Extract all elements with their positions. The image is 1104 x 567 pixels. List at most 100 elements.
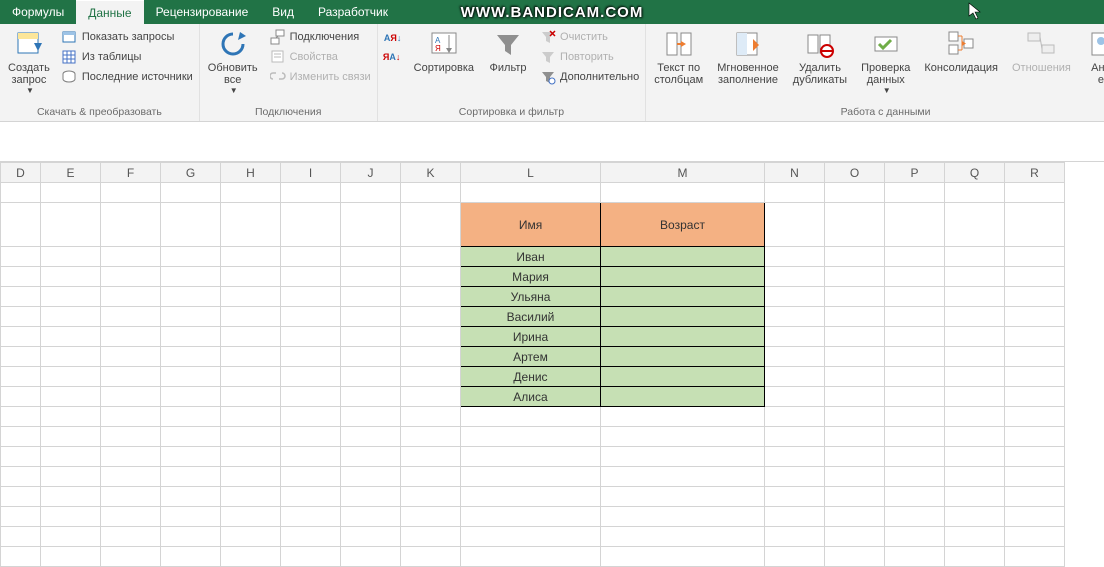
cell-E17[interactable] [41,527,101,547]
sort-button[interactable]: АЯ Сортировка [410,26,478,76]
cell-I16[interactable] [281,507,341,527]
tab-review[interactable]: Рецензирование [144,0,261,24]
cell-K12[interactable] [401,427,461,447]
cell-M10[interactable] [601,387,765,407]
cell-F11[interactable] [101,407,161,427]
remove-duplicates-button[interactable]: Удалить дубликаты [789,26,851,88]
cell-Q5[interactable] [945,287,1005,307]
cell-F12[interactable] [101,427,161,447]
cell-I1[interactable] [281,183,341,203]
consolidate-button[interactable]: Консолидация [920,26,1002,76]
column-header-I[interactable]: I [281,163,341,183]
cell-G3[interactable] [161,247,221,267]
cell-L11[interactable] [461,407,601,427]
cell-N17[interactable] [765,527,825,547]
cell-F15[interactable] [101,487,161,507]
cell-E4[interactable] [41,267,101,287]
cell-J7[interactable] [341,327,401,347]
cell-K15[interactable] [401,487,461,507]
cell-P16[interactable] [885,507,945,527]
cell-M2[interactable]: Возраст [601,203,765,247]
cell-D6[interactable] [1,307,41,327]
cell-K7[interactable] [401,327,461,347]
cell-E12[interactable] [41,427,101,447]
cell-N14[interactable] [765,467,825,487]
cell-E16[interactable] [41,507,101,527]
cell-R16[interactable] [1005,507,1065,527]
cell-O6[interactable] [825,307,885,327]
cell-Q15[interactable] [945,487,1005,507]
cell-P11[interactable] [885,407,945,427]
cell-D16[interactable] [1,507,41,527]
flash-fill-button[interactable]: Мгновенное заполнение [713,26,783,88]
cell-L3[interactable]: Иван [461,247,601,267]
cell-R8[interactable] [1005,347,1065,367]
cell-K5[interactable] [401,287,461,307]
cell-R1[interactable] [1005,183,1065,203]
cell-F3[interactable] [101,247,161,267]
cell-I2[interactable] [281,203,341,247]
connections-button[interactable]: Подключения [268,28,373,46]
cell-H3[interactable] [221,247,281,267]
cell-H8[interactable] [221,347,281,367]
cell-L12[interactable] [461,427,601,447]
cell-O16[interactable] [825,507,885,527]
cell-R11[interactable] [1005,407,1065,427]
cell-H14[interactable] [221,467,281,487]
cell-G12[interactable] [161,427,221,447]
cell-M5[interactable] [601,287,765,307]
cell-L18[interactable] [461,547,601,567]
cell-J9[interactable] [341,367,401,387]
cell-M17[interactable] [601,527,765,547]
cell-M14[interactable] [601,467,765,487]
cell-H12[interactable] [221,427,281,447]
column-header-D[interactable]: D [1,163,41,183]
cell-R13[interactable] [1005,447,1065,467]
cell-Q12[interactable] [945,427,1005,447]
column-header-J[interactable]: J [341,163,401,183]
cell-I6[interactable] [281,307,341,327]
recent-sources-button[interactable]: Последние источники [60,68,195,86]
cell-K9[interactable] [401,367,461,387]
cell-I18[interactable] [281,547,341,567]
cell-K2[interactable] [401,203,461,247]
cell-J2[interactable] [341,203,401,247]
cell-J12[interactable] [341,427,401,447]
cell-L7[interactable]: Ирина [461,327,601,347]
tab-view[interactable]: Вид [260,0,306,24]
cell-O13[interactable] [825,447,885,467]
column-header-G[interactable]: G [161,163,221,183]
cell-N8[interactable] [765,347,825,367]
sort-desc-button[interactable]: ЯА↓ [382,48,404,66]
column-header-R[interactable]: R [1005,163,1065,183]
clear-filter-button[interactable]: Очистить [538,28,641,46]
cell-N13[interactable] [765,447,825,467]
edit-links-button[interactable]: Изменить связи [268,68,373,86]
cell-E3[interactable] [41,247,101,267]
cell-E1[interactable] [41,183,101,203]
column-header-E[interactable]: E [41,163,101,183]
cell-R17[interactable] [1005,527,1065,547]
cell-D12[interactable] [1,427,41,447]
cell-D18[interactable] [1,547,41,567]
cell-F18[interactable] [101,547,161,567]
cell-L9[interactable]: Денис [461,367,601,387]
cell-F5[interactable] [101,287,161,307]
cell-N1[interactable] [765,183,825,203]
tab-developer[interactable]: Разработчик [306,0,400,24]
cell-Q18[interactable] [945,547,1005,567]
cell-K11[interactable] [401,407,461,427]
cell-H16[interactable] [221,507,281,527]
show-queries-button[interactable]: Показать запросы [60,28,195,46]
cell-N10[interactable] [765,387,825,407]
cell-D15[interactable] [1,487,41,507]
cell-M1[interactable] [601,183,765,203]
cell-K1[interactable] [401,183,461,203]
cell-I5[interactable] [281,287,341,307]
column-header-O[interactable]: O [825,163,885,183]
cell-H7[interactable] [221,327,281,347]
cell-O9[interactable] [825,367,885,387]
cell-J3[interactable] [341,247,401,267]
cell-K6[interactable] [401,307,461,327]
cell-L13[interactable] [461,447,601,467]
